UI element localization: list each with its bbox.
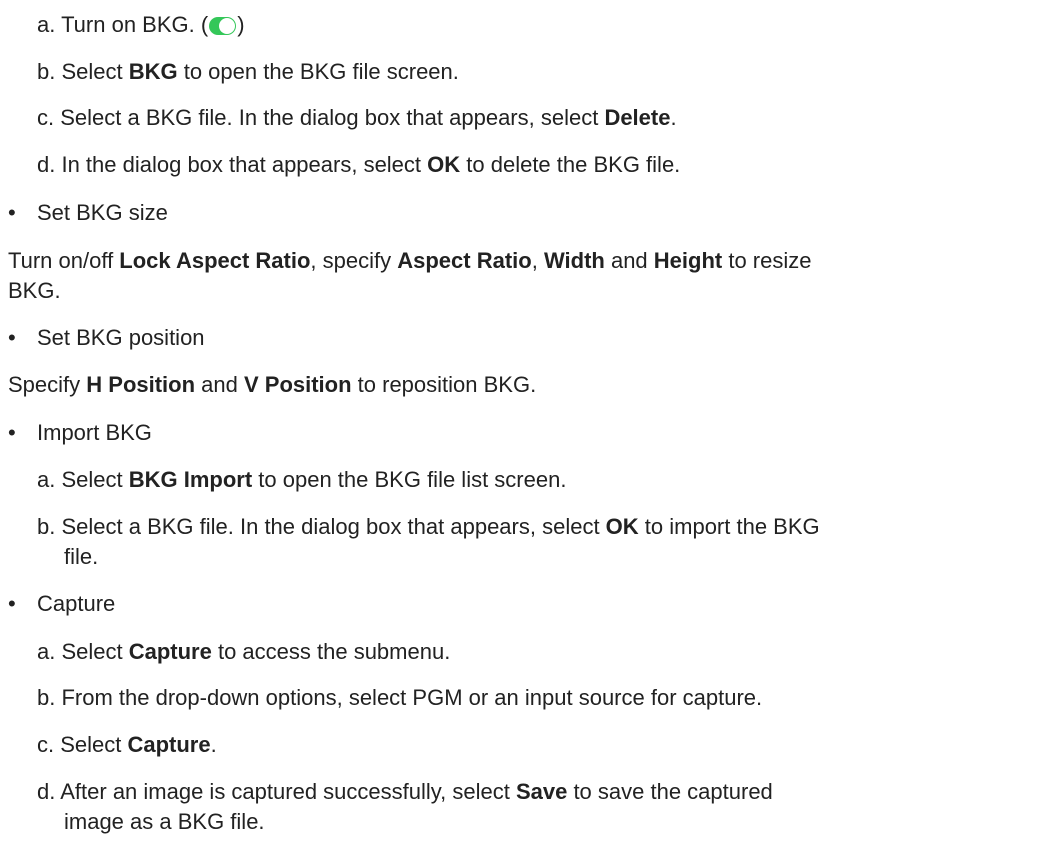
size-desc-b3: Width: [543, 248, 605, 273]
size-desc-line1: Turn on/off Lock Aspect Ratio, specify A…: [8, 248, 812, 274]
position-title: Set BKG position: [37, 325, 205, 350]
capture-step-a-bold: Capture: [128, 639, 212, 664]
delete-step-d-pre: d. In the dialog box that appears, selec…: [37, 152, 428, 177]
delete-step-c-bold: Delete: [604, 105, 671, 130]
import-step-b-bold: OK: [605, 514, 639, 539]
bullet-position: •: [8, 325, 16, 350]
position-desc: Specify H Position and V Position to rep…: [8, 372, 536, 398]
delete-step-d: d. In the dialog box that appears, selec…: [37, 152, 680, 178]
delete-step-b-pre: b. Select: [37, 59, 129, 84]
size-desc-p2: , specify: [310, 248, 398, 273]
position-desc-p1: Specify: [8, 372, 87, 397]
import-step-a-bold: BKG Import: [128, 467, 253, 492]
import-title: Import BKG: [37, 420, 152, 445]
bullet-import: •: [8, 420, 16, 445]
size-title: Set BKG size: [37, 200, 168, 225]
delete-step-d-post: to delete the BKG file.: [460, 152, 681, 177]
import-step-b-line2: file.: [64, 544, 99, 569]
capture-step-b: b. From the drop-down options, select PG…: [37, 685, 763, 710]
capture-step-c: c. Select Capture.: [37, 732, 217, 758]
delete-step-a-text: a. Turn on BKG. (: [37, 12, 209, 37]
size-desc-b4: Height: [653, 248, 723, 273]
size-desc-b2: Aspect Ratio: [397, 248, 532, 273]
import-step-b-pre: b. Select a BKG file. In the dialog box …: [37, 514, 606, 539]
import-step-a: a. Select BKG Import to open the BKG fil…: [37, 467, 566, 493]
capture-title: Capture: [37, 591, 116, 616]
delete-step-b-post: to open the BKG file screen.: [177, 59, 459, 84]
import-step-b: b. Select a BKG file. In the dialog box …: [37, 514, 820, 540]
capture-step-d-pre: d. After an image is captured successful…: [37, 779, 516, 804]
capture-step-a-post: to access the submenu.: [211, 639, 451, 664]
size-desc-b1: Lock Aspect Ratio: [119, 248, 311, 273]
capture-step-d-line2: image as a BKG file.: [64, 809, 265, 834]
size-desc-p5: to resize: [722, 248, 812, 273]
capture-step-d: d. After an image is captured successful…: [37, 779, 773, 805]
import-step-b-post: to import the BKG: [638, 514, 820, 539]
toggle-knob: [219, 18, 236, 34]
capture-step-a: a. Select Capture to access the submenu.: [37, 639, 450, 665]
delete-step-d-bold: OK: [427, 152, 461, 177]
size-desc-p3: ,: [531, 248, 544, 273]
delete-step-b: b. Select BKG to open the BKG file scree…: [37, 59, 459, 85]
size-desc-p4: and: [604, 248, 654, 273]
size-desc-p1: Turn on/off: [8, 248, 120, 273]
import-step-a-post: to open the BKG file list screen.: [252, 467, 567, 492]
delete-step-c: c. Select a BKG file. In the dialog box …: [37, 105, 677, 131]
bullet-size: •: [8, 200, 16, 225]
capture-step-d-post: to save the captured: [567, 779, 773, 804]
capture-step-a-pre: a. Select: [37, 639, 129, 664]
delete-step-c-pre: c. Select a BKG file. In the dialog box …: [37, 105, 605, 130]
delete-step-a-suffix: ): [237, 12, 245, 37]
delete-step-a: a. Turn on BKG. (): [37, 12, 245, 38]
capture-step-c-bold: Capture: [127, 732, 211, 757]
position-desc-b1: H Position: [86, 372, 196, 397]
delete-step-c-post: .: [670, 105, 677, 130]
capture-step-d-bold: Save: [515, 779, 568, 804]
toggle-switch-icon: [209, 17, 237, 35]
capture-step-c-post: .: [210, 732, 217, 757]
delete-step-b-bold: BKG: [128, 59, 178, 84]
position-desc-p2: and: [195, 372, 244, 397]
size-desc-line2: BKG.: [8, 278, 61, 303]
position-desc-b2: V Position: [243, 372, 352, 397]
capture-step-c-pre: c. Select: [37, 732, 128, 757]
position-desc-p3: to reposition BKG.: [351, 372, 537, 397]
bullet-capture: •: [8, 591, 16, 616]
import-step-a-pre: a. Select: [37, 467, 129, 492]
